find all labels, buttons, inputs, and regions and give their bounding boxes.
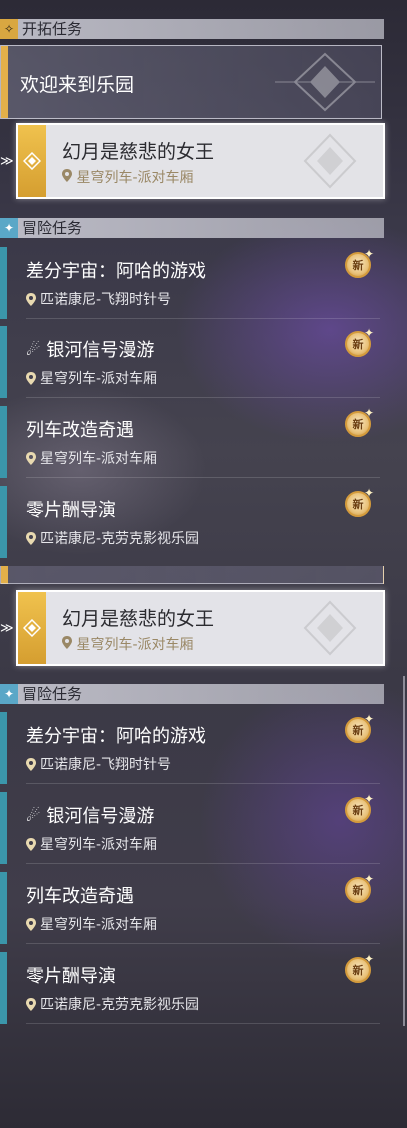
new-badge-icon: 新 ✦	[342, 406, 374, 440]
trailblaze-emblem-icon: ✧	[0, 19, 18, 39]
adventure-quest-item[interactable]: 差分宇宙：阿哈的游戏 匹诺康尼-飞翔时针号 新 ✦	[0, 247, 380, 319]
quest-title: 差分宇宙：阿哈的游戏	[26, 726, 206, 747]
adventure-section-header: ✦ 冒险任务	[0, 684, 384, 704]
quest-title: 银河信号漫游	[46, 340, 155, 361]
main-quest-card[interactable]: 欢迎来到乐园	[0, 45, 382, 119]
quest-location: 星穹列车-派对车厢	[40, 451, 158, 467]
map-pin-icon	[26, 837, 36, 851]
trailblaze-section-header: ✧ 开拓任务	[0, 19, 384, 39]
quest-location: 匹诺康尼-飞翔时针号	[40, 292, 172, 308]
map-pin-icon	[62, 636, 72, 649]
selected-quest-location-text: 星穹列车-派对车厢	[76, 637, 194, 653]
quest-title: 银河信号漫游	[46, 806, 155, 827]
new-badge-icon: 新 ✦	[342, 712, 374, 746]
quest-location: 匹诺康尼-克劳克影视乐园	[40, 531, 200, 547]
map-pin-icon	[26, 531, 36, 545]
adventure-quest-item[interactable]: 零片酬导演 匹诺康尼-克劳克影视乐园 新 ✦	[0, 952, 380, 1024]
quest-title: 列车改造奇遇	[26, 886, 134, 907]
adventure-quest-item[interactable]: 零片酬导演 匹诺康尼-克劳克影视乐园 新 ✦	[0, 486, 380, 558]
gold-accent-strip	[1, 46, 8, 118]
quest-title: 差分宇宙：阿哈的游戏	[26, 261, 206, 282]
adventure-quest-item[interactable]: ☄ 银河信号漫游 星穹列车-派对车厢 新 ✦	[0, 326, 380, 398]
quest-location: 星穹列车-派对车厢	[40, 837, 158, 853]
signal-wave-icon: ☄	[26, 339, 41, 359]
scrollbar[interactable]	[403, 676, 405, 1026]
selected-quest-card[interactable]: 幻月是慈悲的女王 星穹列车-派对车厢	[16, 123, 385, 199]
new-badge-icon: 新 ✦	[342, 486, 374, 520]
new-badge-icon: 新 ✦	[342, 792, 374, 826]
adventure-star-icon: ✦	[0, 684, 18, 704]
quest-location: 匹诺康尼-克劳克影视乐园	[40, 997, 200, 1013]
main-quest-card-partial[interactable]	[0, 566, 384, 584]
map-pin-icon	[26, 451, 36, 465]
new-badge-icon: 新 ✦	[342, 247, 374, 281]
quest-location: 星穹列车-派对车厢	[40, 371, 158, 387]
trailblaze-section-title: 开拓任务	[22, 20, 83, 38]
adventure-section-title: 冒险任务	[22, 685, 83, 703]
adventure-quest-item[interactable]: 列车改造奇遇 星穹列车-派对车厢 新 ✦	[0, 406, 380, 478]
emblem-watermark-icon	[275, 52, 375, 112]
selected-quest-card[interactable]: 幻月是慈悲的女王 星穹列车-派对车厢	[16, 590, 385, 666]
new-badge-icon: 新 ✦	[342, 872, 374, 906]
map-pin-icon	[26, 371, 36, 385]
selected-arrow-icon: ≫	[0, 154, 14, 169]
adventure-quest-item[interactable]: 差分宇宙：阿哈的游戏 匹诺康尼-飞翔时针号 新 ✦	[0, 712, 380, 784]
adventure-section-header: ✦ 冒险任务	[0, 218, 384, 238]
trailblaze-emblem-icon	[18, 592, 46, 664]
selected-quest-location-text: 星穹列车-派对车厢	[76, 170, 194, 186]
map-pin-icon	[62, 169, 72, 182]
trailblaze-emblem-icon	[18, 125, 46, 197]
quest-location: 匹诺康尼-飞翔时针号	[40, 757, 172, 773]
adventure-star-icon: ✦	[0, 218, 18, 238]
selected-arrow-icon: ≫	[0, 621, 14, 636]
map-pin-icon	[26, 292, 36, 306]
quest-title: 零片酬导演	[26, 500, 116, 521]
emblem-watermark-icon	[303, 600, 357, 656]
new-badge-icon: 新 ✦	[342, 952, 374, 986]
quest-title: 列车改造奇遇	[26, 420, 134, 441]
emblem-watermark-icon	[303, 133, 357, 189]
adventure-quest-item[interactable]: ☄ 银河信号漫游 星穹列车-派对车厢 新 ✦	[0, 792, 380, 864]
selected-quest-location: 星穹列车-派对车厢	[62, 634, 194, 654]
signal-wave-icon: ☄	[26, 805, 41, 825]
new-badge-icon: 新 ✦	[342, 326, 374, 360]
main-quest-title: 欢迎来到乐园	[20, 74, 135, 96]
map-pin-icon	[26, 757, 36, 771]
map-pin-icon	[26, 917, 36, 931]
selected-quest-location: 星穹列车-派对车厢	[62, 167, 194, 187]
map-pin-icon	[26, 997, 36, 1011]
adventure-section-title: 冒险任务	[22, 219, 83, 237]
selected-quest-title: 幻月是慈悲的女王	[62, 608, 215, 630]
adventure-quest-item[interactable]: 列车改造奇遇 星穹列车-派对车厢 新 ✦	[0, 872, 380, 944]
quest-location: 星穹列车-派对车厢	[40, 917, 158, 933]
selected-quest-title: 幻月是慈悲的女王	[62, 141, 215, 163]
quest-title: 零片酬导演	[26, 966, 116, 987]
